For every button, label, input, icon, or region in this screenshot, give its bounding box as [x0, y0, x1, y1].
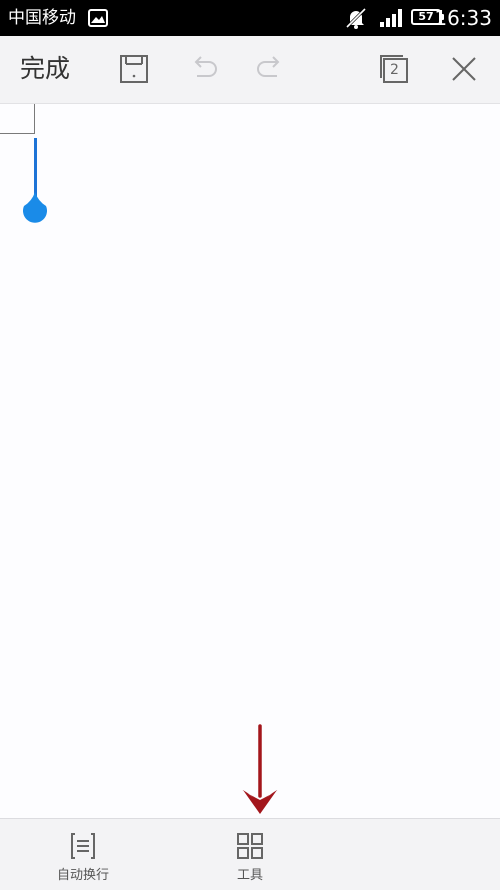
tools-label: 工具 [236, 868, 263, 883]
gallery-notification-icon [88, 9, 108, 27]
undo-button[interactable] [186, 52, 220, 86]
page-count: 2 [390, 62, 399, 78]
close-button[interactable] [447, 52, 481, 86]
redo-button[interactable] [254, 52, 288, 86]
text-cursor [34, 138, 37, 198]
mute-icon [344, 7, 368, 29]
auto-wrap-label: 自动换行 [56, 868, 109, 883]
auto-wrap-button[interactable]: 自动换行 [28, 819, 138, 891]
tools-grid-icon [235, 831, 265, 861]
page-margin-corner [0, 104, 35, 134]
cursor-handle[interactable] [20, 192, 50, 224]
clock: 16:33 [434, 6, 492, 30]
save-button[interactable] [117, 52, 151, 86]
save-icon [120, 55, 148, 83]
bottom-toolbar: 自动换行 工具 [0, 818, 500, 890]
document-area[interactable] [0, 104, 500, 818]
red-down-arrow-icon [240, 724, 280, 816]
redo-icon [257, 56, 280, 77]
close-icon [452, 57, 476, 81]
editor-toolbar: 完成 2 [0, 36, 500, 104]
undo-icon [194, 56, 217, 77]
auto-wrap-icon [68, 831, 98, 861]
page-switch-button[interactable]: 2 [377, 52, 411, 86]
signal-icon [379, 8, 405, 28]
carrier-name: 中国移动 [8, 8, 76, 28]
tools-button[interactable]: 工具 [195, 819, 305, 891]
done-button[interactable]: 完成 [20, 52, 70, 86]
status-bar: 中国移动 57 16:33 [0, 0, 500, 36]
